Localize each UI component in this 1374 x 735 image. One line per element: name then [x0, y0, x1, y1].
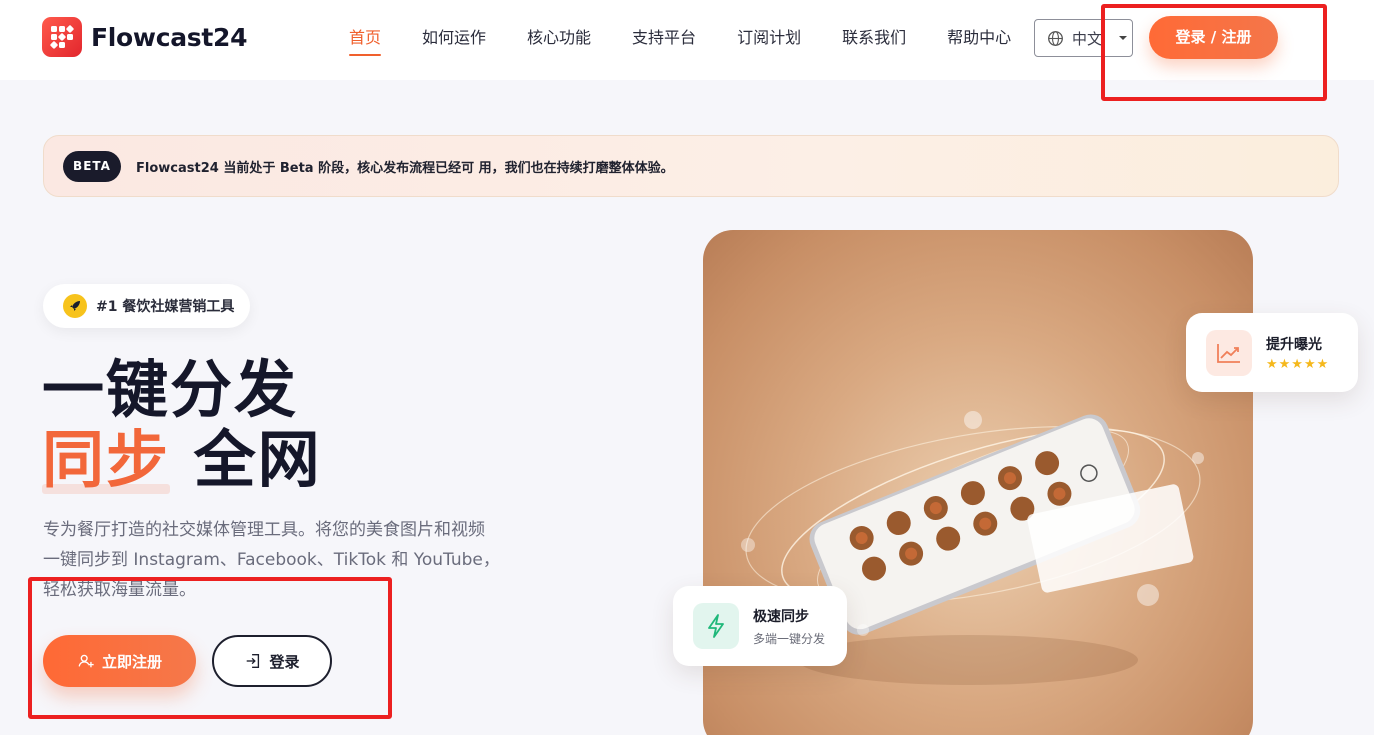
nav-item-contact[interactable]: 联系我们: [842, 26, 906, 50]
trend-up-icon: [1206, 329, 1252, 376]
beta-message: Flowcast24 当前处于 Beta 阶段，核心发布流程已经可 用，我们也在…: [136, 160, 674, 176]
hero-title-accent: 同步: [42, 423, 171, 496]
hero-description-line: 一键同步到 Instagram、Facebook、TikTok 和 YouTub…: [43, 550, 500, 570]
nav-item-platforms[interactable]: 支持平台: [632, 26, 696, 50]
logo[interactable]: Flowcast24: [42, 17, 248, 57]
rocket-icon: [63, 294, 87, 318]
nav-item-home[interactable]: 首页: [349, 26, 382, 56]
nav-item-features[interactable]: 核心功能: [527, 26, 591, 50]
exposure-card: 提升曝光 ★★★★★: [1186, 313, 1358, 392]
hero-title-rest: 全网: [170, 423, 322, 496]
brand-name: Flowcast24: [91, 22, 248, 52]
hero-title-line1: 一键分发: [42, 353, 299, 426]
globe-icon: [1048, 30, 1063, 46]
hero-description-line: 专为餐厅打造的社交媒体管理工具。将您的美食图片和视频: [43, 520, 485, 540]
sync-subtitle: 多端一键分发: [753, 631, 826, 646]
sync-title: 极速同步: [753, 608, 809, 625]
tagline-text: #1 餐饮社媒营销工具: [96, 299, 235, 315]
annotation-box-header-login: [1101, 4, 1327, 101]
nav-item-pricing[interactable]: 订阅计划: [737, 26, 801, 50]
beta-badge: BETA: [63, 150, 121, 182]
language-value: 中文: [1072, 29, 1103, 48]
hero-title-line2: 同步 全网: [42, 424, 322, 496]
logo-grid-icon: [42, 17, 82, 57]
nav-item-help[interactable]: 帮助中心: [947, 26, 1011, 50]
nav-item-how-it-works[interactable]: 如何运作: [422, 26, 486, 50]
rating-stars: ★★★★★: [1266, 356, 1330, 372]
tagline-badge: #1 餐饮社媒营销工具: [43, 284, 250, 328]
sync-card: 极速同步 多端一键分发: [673, 586, 847, 666]
beta-banner: BETA Flowcast24 当前处于 Beta 阶段，核心发布流程已经可 用…: [43, 135, 1339, 197]
lightning-icon: [693, 603, 739, 649]
exposure-title: 提升曝光: [1266, 336, 1322, 353]
annotation-box-hero-buttons: [28, 577, 392, 719]
main-nav: 首页 如何运作 核心功能 支持平台 订阅计划 联系我们 帮助中心: [349, 26, 1052, 56]
